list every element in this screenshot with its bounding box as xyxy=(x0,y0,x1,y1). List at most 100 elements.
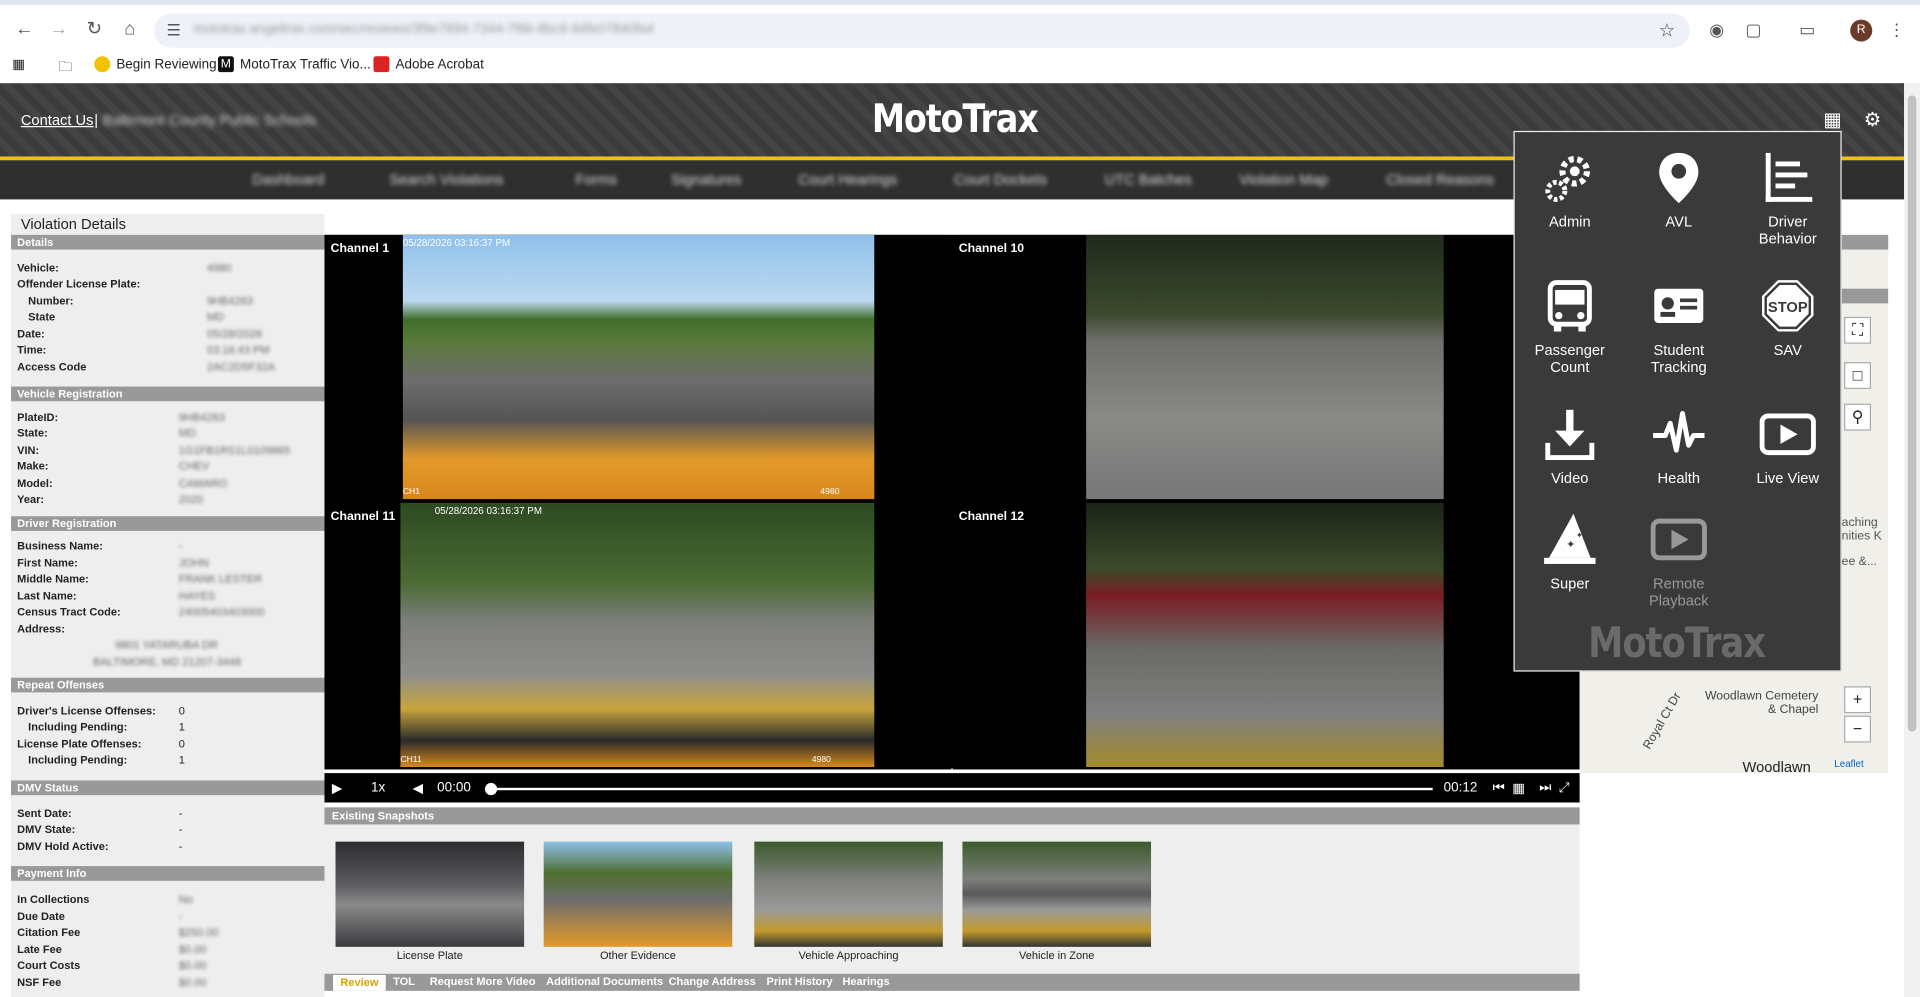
video-grid[interactable]: Channel 1 05/28/2026 03:16:37 PM CH1 498… xyxy=(324,234,1580,770)
value-vr-state: MD xyxy=(178,426,196,440)
seek-bar[interactable] xyxy=(489,787,1433,791)
menu-item-passenger-count[interactable]: Passenger Count xyxy=(1521,278,1619,376)
site-settings-icon[interactable]: ☰ xyxy=(167,21,181,41)
svg-text:✦: ✦ xyxy=(1576,530,1584,540)
kebab-menu-icon[interactable]: ⋮ xyxy=(1886,18,1908,40)
snapshot-caption: Other Evidence xyxy=(599,949,676,962)
grid-layout-icon[interactable]: ▦ xyxy=(1512,780,1525,797)
value-access-code: 2AC2D5F32A xyxy=(206,360,275,374)
back-icon[interactable]: ← xyxy=(12,17,36,41)
label-late-fee: Late Fee xyxy=(17,943,62,956)
nav-signatures[interactable]: Signatures xyxy=(671,171,741,188)
settings-gear-icon[interactable]: ⚙ xyxy=(1864,108,1882,132)
channel-1-tile[interactable]: Channel 1 05/28/2026 03:16:37 PM CH1 498… xyxy=(324,234,952,502)
channel-12-tile[interactable]: Channel 12 xyxy=(952,502,1580,770)
nav-dashboard[interactable]: Dashboard xyxy=(252,171,324,188)
menu-item-label: Admin xyxy=(1548,212,1591,230)
acrobat-icon xyxy=(373,56,390,73)
menu-item-health[interactable]: Health xyxy=(1630,406,1728,487)
snapshot-caption: License Plate xyxy=(396,949,463,962)
forward-icon[interactable]: → xyxy=(47,17,71,41)
nav-closed-reasons[interactable]: Closed Reasons xyxy=(1386,171,1494,188)
snapshot-caption: Vehicle Approaching xyxy=(798,949,899,962)
tab-additional-documents[interactable]: Additional Documents xyxy=(546,975,663,987)
zoom-in-button[interactable]: + xyxy=(1844,686,1872,714)
speed-selector[interactable]: 1x xyxy=(371,780,385,795)
nav-court-hearings[interactable]: Court Hearings xyxy=(798,171,897,188)
nav-search-violations[interactable]: Search Violations xyxy=(389,171,503,188)
skip-back-icon[interactable]: ⏮ xyxy=(1493,780,1505,796)
volume-icon[interactable]: ◀ xyxy=(413,780,423,797)
snapshots-header: Existing Snapshots xyxy=(324,807,1580,825)
snapshot-vehicle-approaching[interactable] xyxy=(754,841,943,947)
map-select-icon[interactable]: □ xyxy=(1844,362,1872,390)
menu-item-video[interactable]: Video xyxy=(1521,406,1619,487)
folder-icon[interactable]: 🗀 xyxy=(59,56,72,79)
cast-icon[interactable]: ▭ xyxy=(1796,18,1818,40)
leaflet-attribution[interactable]: Leaflet xyxy=(1834,758,1863,769)
apps-grid-icon[interactable]: ▦ xyxy=(12,56,25,72)
label-make: Make: xyxy=(17,459,49,473)
puzzle-icon[interactable]: ▢ xyxy=(1742,18,1764,40)
play-icon xyxy=(1650,518,1707,561)
menu-item-admin[interactable]: Admin xyxy=(1521,149,1619,230)
address-bar[interactable]: ☰ mototrax.angeltrax.com/sec/reviews/3f9… xyxy=(154,13,1690,48)
nav-forms[interactable]: Forms xyxy=(576,171,618,188)
extension-icon[interactable]: ◉ xyxy=(1706,18,1728,40)
seek-handle[interactable] xyxy=(484,782,498,796)
tab-hearings[interactable]: Hearings xyxy=(842,975,889,987)
home-icon[interactable]: ⌂ xyxy=(118,17,142,41)
value-model: CAMARO xyxy=(178,477,228,490)
section-repeat-offenses: Repeat Offenses xyxy=(11,677,325,693)
value-citation-fee: $250.00 xyxy=(178,926,219,939)
fullscreen-icon[interactable]: ⤢ xyxy=(1559,780,1570,796)
page-scrollbar[interactable] xyxy=(1904,83,1920,997)
map-search-icon[interactable]: ⚲ xyxy=(1844,403,1872,431)
tab-tol[interactable]: TOL xyxy=(393,975,415,987)
menu-item-avl[interactable]: AVL xyxy=(1630,149,1728,230)
value-middle-name: FRANK LESTER xyxy=(178,572,263,585)
snapshot-other-evidence[interactable] xyxy=(543,841,733,947)
snapshot-license-plate[interactable] xyxy=(335,841,525,947)
bookmark-adobe[interactable]: Adobe Acrobat xyxy=(373,56,484,73)
map-fullscreen-icon[interactable]: ⛶ xyxy=(1844,316,1872,344)
channel-unit: 4980 xyxy=(820,488,840,497)
bookmark-mototrax[interactable]: M MotoTrax Traffic Vio... xyxy=(217,56,371,73)
bookmark-begin-reviewing[interactable]: Begin Reviewing xyxy=(94,56,217,73)
profile-avatar[interactable]: R xyxy=(1850,19,1873,42)
grid-menu-icon[interactable]: ▦ xyxy=(1823,108,1842,132)
skip-forward-icon[interactable]: ⏭ xyxy=(1539,780,1551,796)
nav-utc-batches[interactable]: UTC Batches xyxy=(1104,171,1191,188)
snapshot-vehicle-in-zone[interactable] xyxy=(962,841,1152,947)
value-plate-id: 9HB4283 xyxy=(178,411,225,424)
scrollbar-thumb[interactable] xyxy=(1907,95,1917,732)
zoom-out-button[interactable]: − xyxy=(1844,715,1872,743)
tab-review[interactable]: Review xyxy=(333,974,386,991)
tab-print-history[interactable]: Print History xyxy=(767,975,833,987)
tab-request-more-video[interactable]: Request More Video xyxy=(430,975,536,987)
tab-change-address[interactable]: Change Address xyxy=(669,975,756,987)
reload-icon[interactable]: ↻ xyxy=(82,17,106,41)
menu-item-sav[interactable]: STOP SAV xyxy=(1739,278,1837,358)
menu-item-student-tracking[interactable]: Student Tracking xyxy=(1630,278,1728,376)
menu-item-live-view[interactable]: Live View xyxy=(1739,406,1837,487)
value-last-name: HAYES xyxy=(178,589,216,602)
menu-item-super[interactable]: ✦ ✦ Super xyxy=(1521,511,1619,592)
section-vehicle-registration: Vehicle Registration xyxy=(11,386,325,402)
contact-us-link[interactable]: Contact Us xyxy=(21,111,94,128)
menu-item-label: Video xyxy=(1551,469,1589,487)
value-in-collections: No xyxy=(178,893,193,906)
value-vehicle: 4980 xyxy=(206,261,232,275)
nav-court-dockets[interactable]: Court Dockets xyxy=(954,171,1047,188)
value-vin: 1G1FB1RS1L0109865 xyxy=(178,444,291,457)
channel-10-tile[interactable]: Channel 10 xyxy=(952,234,1580,502)
download-icon xyxy=(1545,409,1595,460)
menu-item-driver-behavior[interactable]: Driver Behavior xyxy=(1739,149,1837,247)
channel-11-tile[interactable]: Channel 11 05/28/2026 03:16:37 PM CH11 4… xyxy=(324,502,952,770)
label-dl-offenses: Driver's License Offenses: xyxy=(17,704,156,717)
bookmark-star-icon[interactable]: ☆ xyxy=(1659,20,1675,42)
play-icon[interactable]: ▶ xyxy=(332,780,342,797)
section-dmv-status: DMV Status xyxy=(11,780,325,796)
pulse-icon xyxy=(1653,411,1705,453)
nav-violation-map[interactable]: Violation Map xyxy=(1239,171,1328,188)
